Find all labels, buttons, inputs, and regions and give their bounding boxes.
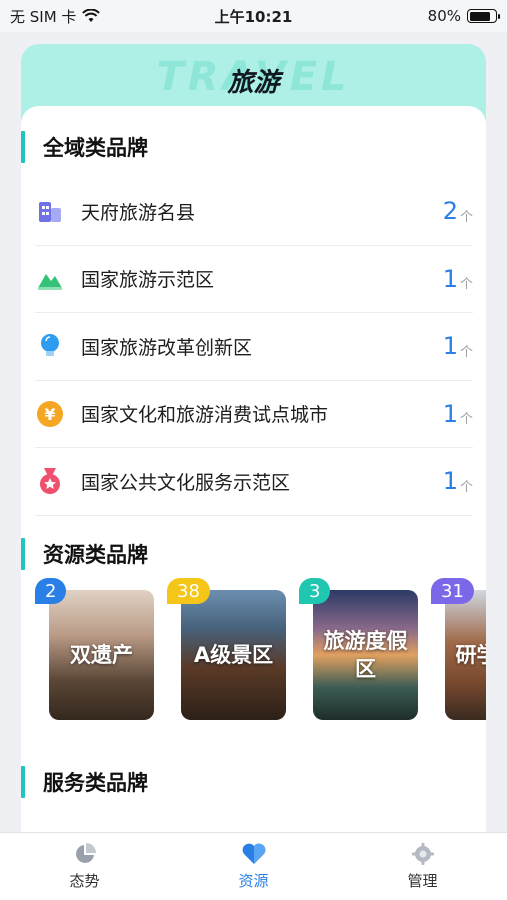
brand-count: 1 — [442, 399, 458, 428]
gear-icon — [411, 843, 434, 865]
resource-card-label: A级景区 — [193, 643, 274, 667]
battery-icon — [467, 9, 500, 23]
tab-label: 管理 — [407, 872, 438, 890]
tab-label: 资源 — [238, 872, 269, 890]
section-title: 全域类品牌 — [43, 136, 148, 160]
brand-label: 国家旅游示范区 — [81, 269, 215, 292]
wifi-icon — [82, 9, 101, 22]
brand-label: 国家文化和旅游消费试点城市 — [81, 404, 329, 427]
medal-icon — [35, 466, 65, 496]
brand-unit: 个 — [459, 344, 473, 360]
resource-count-badge: 2 — [35, 578, 67, 604]
section-accent-bar — [21, 766, 25, 798]
building-icon — [35, 196, 65, 226]
resource-count-badge: 3 — [299, 578, 331, 604]
brand-count: 1 — [442, 264, 458, 293]
section-resource-header: 资源类品牌 — [21, 537, 148, 571]
section-region-header: 全域类品牌 — [21, 130, 148, 164]
heart-icon — [242, 843, 265, 864]
resource-card-a-level[interactable]: A级景区 — [181, 590, 286, 720]
brand-row-consumption-city[interactable]: ¥ 国家文化和旅游消费试点城市 1 个 — [35, 381, 473, 448]
resource-card-double-heritage[interactable]: 双遗产 — [49, 590, 154, 720]
mountain-icon — [35, 264, 65, 294]
status-bar: 无 SIM 卡 上午10:21 80% — [0, 0, 507, 32]
tab-resources[interactable]: 资源 — [169, 833, 338, 900]
svg-text:¥: ¥ — [44, 405, 55, 424]
carrier-label: 无 SIM 卡 — [10, 7, 77, 26]
brand-unit: 个 — [459, 209, 473, 225]
bottom-tab-bar: 态势 资源 管理 — [0, 832, 507, 900]
brand-row-reform-zone[interactable]: 国家旅游改革创新区 1 个 — [35, 313, 473, 381]
tab-label: 态势 — [69, 872, 100, 890]
section-title: 资源类品牌 — [43, 543, 148, 567]
resource-count-badge: 38 — [167, 578, 210, 604]
brand-unit: 个 — [459, 479, 473, 495]
brand-label: 天府旅游名县 — [81, 201, 196, 224]
yen-icon: ¥ — [35, 399, 65, 429]
section-accent-bar — [21, 538, 25, 570]
resource-count-badge: 31 — [431, 578, 474, 604]
resource-card-label: 研学旅游 — [455, 643, 487, 667]
resource-card-scroll[interactable]: 双遗产 2 A级景区 38 旅游度假区 3 研学旅游 31 — [35, 578, 486, 728]
tab-manage[interactable]: 管理 — [338, 833, 507, 900]
section-title: 服务类品牌 — [43, 771, 148, 795]
hero-title: 旅游 — [227, 68, 280, 98]
tab-overview[interactable]: 态势 — [0, 833, 169, 900]
brand-row-demo-zone[interactable]: 国家旅游示范区 1 个 — [35, 246, 473, 313]
brand-row-public-culture[interactable]: 国家公共文化服务示范区 1 个 — [35, 448, 473, 516]
pie-chart-icon — [75, 843, 96, 863]
main-card: TRAVEL 旅游 全域类品牌 天府旅游名县 2 个 国家旅游示范区 1 个 国… — [21, 44, 486, 846]
brand-count: 2 — [442, 197, 458, 226]
region-brand-list: 天府旅游名县 2 个 国家旅游示范区 1 个 国家旅游改革创新区 1 个 ¥ 国… — [35, 178, 473, 516]
brand-row-tianfu[interactable]: 天府旅游名县 2 个 — [35, 178, 473, 246]
section-accent-bar — [21, 131, 25, 163]
status-right: 80% — [427, 7, 500, 25]
brand-count: 1 — [442, 467, 458, 496]
status-left: 无 SIM 卡 — [10, 6, 101, 27]
brand-unit: 个 — [459, 412, 473, 428]
battery-fill — [469, 11, 490, 21]
bulb-icon — [35, 331, 65, 361]
battery-percent: 80% — [427, 7, 461, 25]
resource-card-resort[interactable]: 旅游度假区 — [313, 590, 418, 720]
brand-label: 国家公共文化服务示范区 — [81, 471, 291, 494]
resource-card-study-tour[interactable]: 研学旅游 — [445, 590, 486, 720]
content-panel: 全域类品牌 天府旅游名县 2 个 国家旅游示范区 1 个 国家旅游改革创新区 1… — [21, 106, 486, 846]
resource-card-label: 旅游度假区 — [323, 629, 408, 681]
resource-card-label: 双遗产 — [70, 643, 133, 667]
brand-label: 国家旅游改革创新区 — [81, 336, 253, 359]
brand-unit: 个 — [459, 277, 473, 293]
brand-count: 1 — [442, 332, 458, 361]
section-service-header: 服务类品牌 — [21, 765, 148, 799]
